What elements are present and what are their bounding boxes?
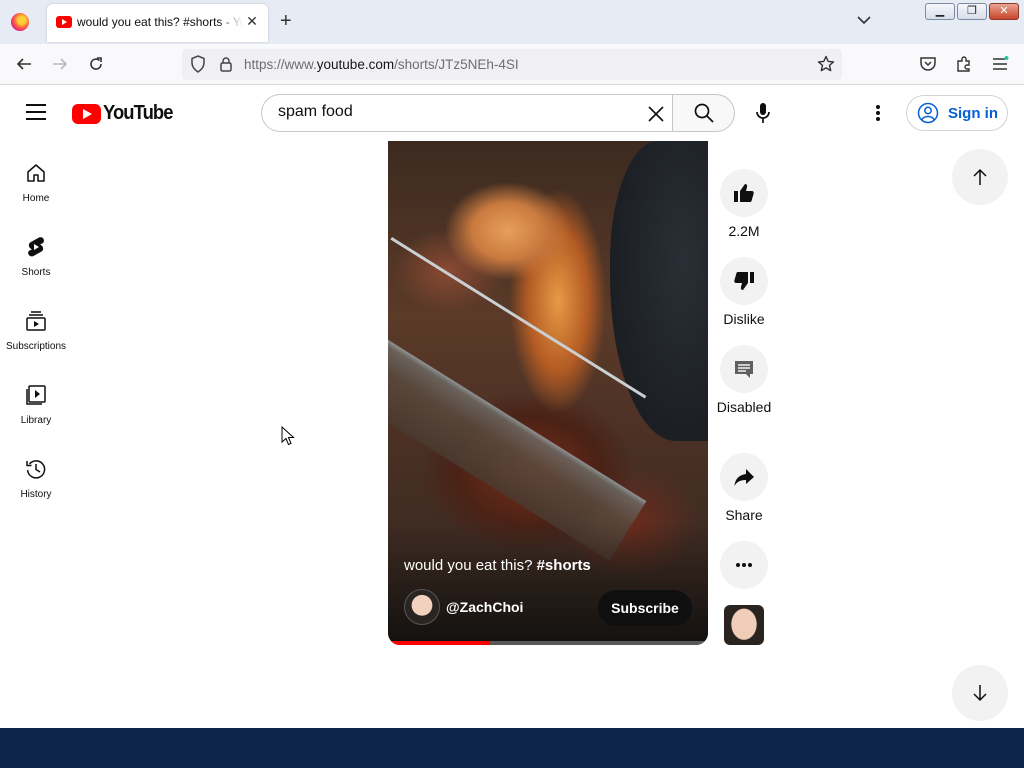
video-progress-bar[interactable] [388, 641, 708, 645]
window-close-button[interactable]: ✕ [989, 3, 1019, 20]
library-icon [24, 383, 48, 407]
microphone-icon [756, 103, 770, 123]
sidebar-item-shorts[interactable]: Shorts [0, 215, 72, 289]
sidebar-item-home[interactable]: Home [0, 141, 72, 215]
shorts-icon [24, 235, 48, 259]
restore-button[interactable]: ❐ [957, 3, 987, 20]
comments-button[interactable]: Disabled [717, 345, 771, 415]
youtube-logo[interactable]: YouTube [72, 102, 179, 125]
share-button[interactable]: Share [720, 453, 768, 523]
app-menu-icon[interactable] [990, 54, 1010, 74]
home-icon [24, 161, 48, 185]
sidebar-item-label: Shorts [21, 267, 51, 278]
sidebar-item-history[interactable]: History [0, 437, 72, 511]
settings-more-icon[interactable] [866, 101, 890, 125]
arrow-up-icon [973, 168, 987, 185]
new-tab-button[interactable]: + [280, 11, 292, 31]
os-taskbar [0, 728, 1024, 768]
tab-title: would you eat this? #shorts - YouTube [77, 15, 243, 29]
sidebar-item-label: Home [22, 193, 50, 204]
browser-tab[interactable]: would you eat this? #shorts - YouTube ✕ [47, 4, 268, 42]
arrow-down-icon [973, 685, 987, 702]
search-box [261, 94, 672, 132]
history-icon [24, 457, 48, 481]
url-text: https://www.youtube.com/shorts/JTz5NEh-4… [244, 57, 519, 72]
dislike-button[interactable]: Dislike [720, 257, 768, 327]
more-actions-button[interactable] [720, 541, 768, 589]
voice-search-button[interactable] [743, 94, 783, 132]
sign-in-label: Sign in [948, 104, 998, 122]
like-count: 2.2M [728, 223, 760, 239]
youtube-header: YouTube Sign in [0, 85, 1024, 141]
video-progress-fill [388, 641, 491, 645]
pocket-icon[interactable] [918, 54, 938, 74]
dislike-icon [720, 257, 768, 305]
url-bar[interactable]: https://www.youtube.com/shorts/JTz5NEh-4… [182, 49, 842, 80]
dislike-label: Dislike [723, 311, 765, 327]
sound-remix-thumbnail[interactable] [724, 605, 764, 645]
channel-avatar[interactable] [404, 589, 440, 625]
comment-icon [720, 345, 768, 393]
sidebar-item-label: Subscriptions [5, 341, 67, 352]
list-all-tabs-icon[interactable] [856, 12, 872, 28]
more-horizontal-icon [720, 541, 768, 589]
like-icon [720, 169, 768, 217]
tracking-protection-shield-icon[interactable] [188, 54, 208, 74]
youtube-favicon-icon [56, 16, 72, 28]
previous-short-button[interactable] [952, 149, 1008, 205]
extensions-puzzle-icon[interactable] [954, 54, 974, 74]
forward-icon[interactable] [50, 54, 70, 74]
search-input[interactable] [278, 103, 618, 121]
shorts-hashtag-link: #shorts [536, 557, 591, 574]
browser-titlebar: would you eat this? #shorts - YouTube ✕ … [0, 0, 1024, 44]
video-overlay-gradient [388, 521, 708, 645]
minimize-button[interactable]: ▁ [925, 3, 955, 20]
youtube-play-logo-icon [72, 103, 101, 124]
guide-menu-icon[interactable] [26, 104, 46, 120]
share-label: Share [725, 507, 763, 523]
like-button[interactable]: 2.2M [720, 169, 768, 239]
tab-close-icon[interactable]: ✕ [244, 13, 260, 29]
firefox-icon[interactable] [11, 13, 29, 31]
sidebar-item-subscriptions[interactable]: Subscriptions [0, 289, 72, 363]
next-short-button[interactable] [952, 665, 1008, 721]
sidebar-item-library[interactable]: Library [0, 363, 72, 437]
mouse-cursor-icon [281, 426, 295, 446]
bookmark-star-icon[interactable] [816, 54, 836, 74]
clear-search-icon[interactable] [646, 104, 666, 124]
video-frame-glove [610, 141, 708, 441]
shorts-video-player[interactable]: would you eat this? #shorts @ZachChoi Su… [388, 141, 708, 645]
sign-in-button[interactable]: Sign in [906, 95, 1008, 131]
lock-icon[interactable] [216, 54, 236, 74]
window-controls: ▁ ❐ ✕ [925, 3, 1019, 21]
back-icon[interactable] [14, 54, 34, 74]
sidebar-item-label: Library [20, 415, 52, 426]
comments-disabled-label: Disabled [716, 399, 772, 415]
subscriptions-icon [24, 309, 48, 333]
account-icon [917, 102, 939, 124]
youtube-logo-text: YouTube [103, 102, 173, 124]
reload-icon[interactable] [86, 54, 106, 74]
search-icon [694, 103, 714, 123]
channel-name[interactable]: @ZachChoi [446, 599, 523, 615]
sidebar-item-label: History [20, 489, 52, 500]
search-button[interactable] [672, 94, 735, 132]
short-title[interactable]: would you eat this? #shorts [404, 557, 591, 574]
subscribe-button[interactable]: Subscribe [598, 590, 692, 626]
browser-navbar: https://www.youtube.com/shorts/JTz5NEh-4… [0, 44, 1024, 85]
share-icon [720, 453, 768, 501]
